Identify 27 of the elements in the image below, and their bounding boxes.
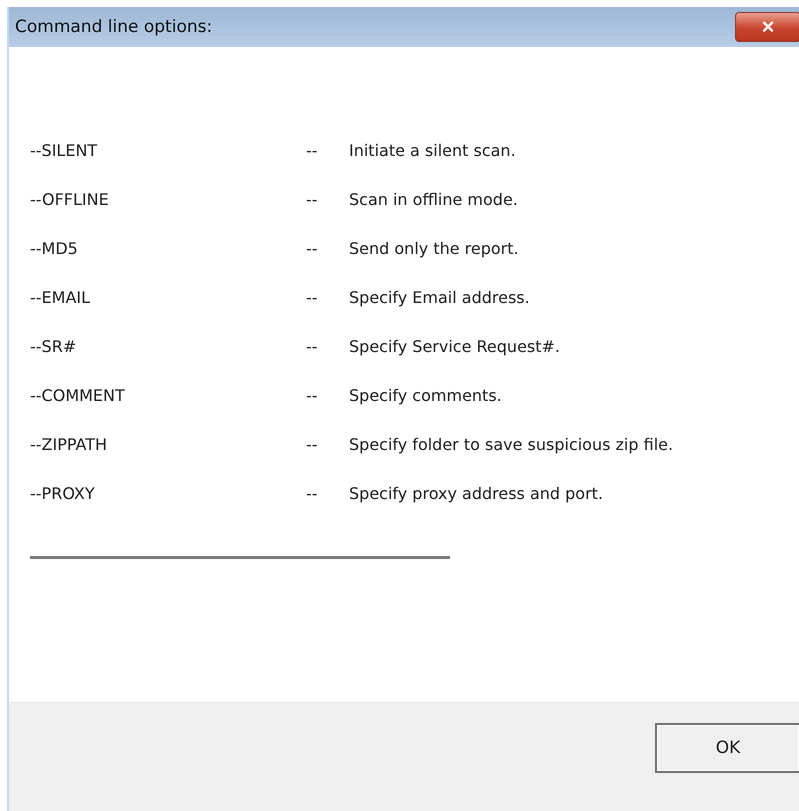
option-name: --PROXY	[30, 484, 96, 502]
option-description: Specify Service Request#.	[349, 336, 560, 356]
option-separator: --	[306, 140, 319, 160]
option-name: --OFFLINE	[30, 190, 110, 208]
option-name: --SR#	[30, 336, 78, 356]
option-separator: --	[306, 190, 319, 208]
option-name: --SILENT	[30, 140, 98, 160]
option-separator: --	[306, 434, 319, 454]
option-name: --EMAIL	[30, 288, 92, 306]
option-separator: --	[306, 484, 319, 502]
option-description: Scan in offline mode.	[349, 190, 518, 208]
close-button[interactable]: ×	[735, 12, 799, 42]
option-description: Initiate a silent scan.	[349, 140, 516, 160]
option-description: Specify comments.	[349, 386, 502, 404]
option-name: --MD5	[30, 238, 79, 258]
option-name: --ZIPPATH	[30, 434, 108, 454]
option-separator: --	[306, 238, 319, 258]
option-description: Specify folder to save suspicious zip file.	[349, 434, 674, 454]
option-description: Specify Email address.	[349, 288, 530, 306]
option-separator: --	[306, 336, 319, 356]
option-description: Send only the report.	[349, 238, 519, 258]
window-title: Command line options:	[15, 17, 212, 37]
option-name: --COMMENT	[30, 386, 126, 404]
option-separator: --	[306, 288, 319, 306]
option-separator: --	[306, 386, 319, 404]
ok-button[interactable]: OK	[655, 723, 799, 773]
option-description: Specify proxy address and port.	[349, 484, 604, 502]
